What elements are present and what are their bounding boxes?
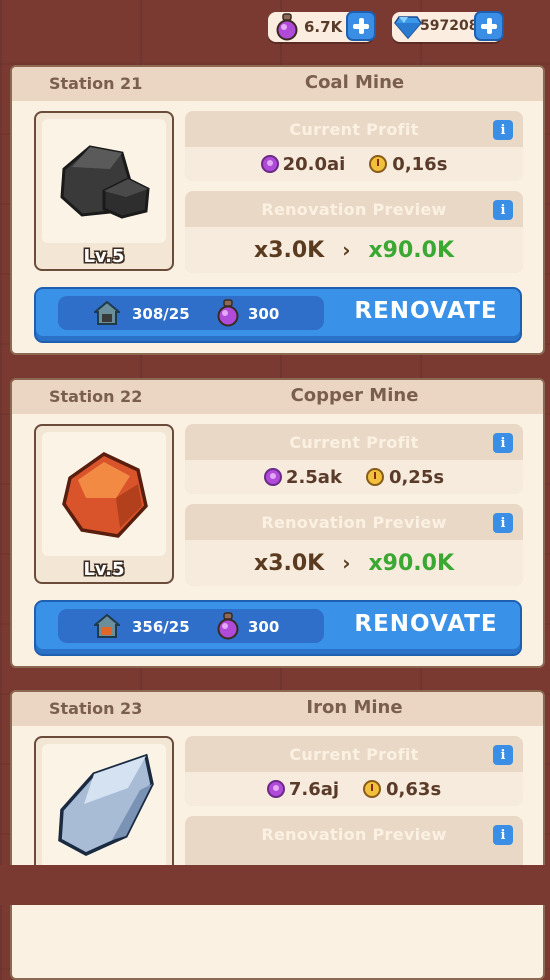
house-icon bbox=[94, 300, 120, 325]
iron-ore-icon bbox=[58, 753, 154, 856]
copper-ore-icon bbox=[62, 451, 148, 538]
profit-time: 0,16s bbox=[392, 153, 448, 175]
ore-image bbox=[42, 432, 166, 556]
new-multiplier: x90.0K bbox=[368, 237, 454, 263]
mine-name: Copper Mine bbox=[290, 385, 419, 406]
info-icon[interactable]: i bbox=[493, 200, 513, 220]
renovation-preview-title: Renovation Preview bbox=[261, 824, 447, 844]
mine-picture[interactable]: Lv.5 bbox=[34, 424, 174, 584]
current-profit-panel: Current Profit i 20.0ai 0,16s bbox=[185, 111, 523, 181]
potion-currency: 6.7K bbox=[268, 11, 376, 42]
new-multiplier: x90.0K bbox=[368, 550, 454, 576]
potion-icon bbox=[263, 468, 282, 486]
renovate-label: RENOVATE bbox=[354, 611, 498, 637]
currency-bar: 6.7K 597208 bbox=[0, 0, 550, 52]
bottom-edge bbox=[0, 865, 550, 905]
mine-name: Iron Mine bbox=[306, 697, 403, 718]
renovation-preview-title: Renovation Preview bbox=[261, 512, 447, 532]
info-icon[interactable]: i bbox=[493, 120, 513, 140]
renovate-label: RENOVATE bbox=[354, 298, 498, 324]
profit-value: 20.0ai bbox=[282, 153, 346, 175]
mine-level: Lv.5 bbox=[83, 246, 125, 267]
ore-image bbox=[42, 744, 166, 868]
current-profit-title: Current Profit bbox=[289, 432, 419, 452]
station-card: Station 21 Coal Mine Lv.5 Current Profit… bbox=[10, 65, 545, 355]
gem-currency: 597208 bbox=[392, 11, 504, 42]
current-multiplier: x3.0K bbox=[254, 237, 325, 263]
renovation-preview-panel: Renovation Preview i x3.0K › x90.0K bbox=[185, 191, 523, 273]
potion-icon bbox=[276, 13, 298, 41]
coal-ore-icon bbox=[60, 145, 150, 219]
potion-icon bbox=[260, 155, 279, 173]
station-card: Station 22 Copper Mine Lv.5 Current Prof… bbox=[10, 378, 545, 668]
diamond-icon bbox=[394, 16, 422, 39]
mine-picture[interactable]: Lv.5 bbox=[34, 111, 174, 271]
potion-amount: 6.7K bbox=[304, 18, 343, 36]
station-header: Station 21 Coal Mine bbox=[12, 67, 543, 101]
renovation-preview-title: Renovation Preview bbox=[261, 199, 447, 219]
renovate-requirements: 308/25 300 bbox=[58, 296, 324, 330]
requirement-count: 356/25 bbox=[132, 618, 190, 636]
profit-time: 0,63s bbox=[386, 778, 442, 800]
profit-value: 2.5ak bbox=[285, 466, 342, 488]
mine-name: Coal Mine bbox=[304, 72, 405, 93]
potion-icon bbox=[217, 299, 239, 327]
profit-time: 0,25s bbox=[388, 466, 445, 488]
current-profit-title: Current Profit bbox=[289, 119, 419, 139]
clock-icon bbox=[365, 468, 384, 486]
renovation-preview-panel: Renovation Preview i x3.0K › x90.0K bbox=[185, 504, 523, 586]
renovate-requirements: 356/25 300 bbox=[58, 609, 324, 643]
info-icon[interactable]: i bbox=[493, 513, 513, 533]
current-multiplier: x3.0K bbox=[254, 550, 325, 576]
clock-icon bbox=[363, 780, 382, 798]
current-profit-panel: Current Profit i 7.6aj 0,63s bbox=[185, 736, 523, 806]
renovate-button[interactable]: 308/25 300 RENOVATE bbox=[34, 287, 522, 343]
current-profit-panel: Current Profit i 2.5ak 0,25s bbox=[185, 424, 523, 494]
info-icon[interactable]: i bbox=[493, 433, 513, 453]
arrow-right-icon: › bbox=[342, 238, 351, 262]
house-icon bbox=[94, 613, 120, 638]
add-gems-button[interactable] bbox=[474, 11, 504, 41]
info-icon[interactable]: i bbox=[493, 745, 513, 765]
clock-icon bbox=[369, 155, 388, 173]
requirement-count: 308/25 bbox=[132, 305, 190, 323]
station-card: Station 23 Iron Mine Current Profit i 7.… bbox=[10, 690, 545, 980]
renovate-button[interactable]: 356/25 300 RENOVATE bbox=[34, 600, 522, 656]
renovate-cost: 300 bbox=[248, 618, 280, 636]
station-header: Station 23 Iron Mine bbox=[12, 692, 543, 726]
mine-level: Lv.5 bbox=[83, 559, 125, 580]
info-icon[interactable]: i bbox=[493, 825, 513, 845]
ore-image bbox=[42, 119, 166, 243]
potion-icon bbox=[266, 780, 285, 798]
profit-value: 7.6aj bbox=[288, 778, 340, 800]
station-header: Station 22 Copper Mine bbox=[12, 380, 543, 414]
current-profit-title: Current Profit bbox=[289, 744, 419, 764]
arrow-right-icon: › bbox=[342, 551, 351, 575]
add-potion-button[interactable] bbox=[346, 11, 376, 41]
gem-amount: 597208 bbox=[420, 18, 479, 34]
renovate-cost: 300 bbox=[248, 305, 280, 323]
potion-icon bbox=[217, 612, 239, 640]
